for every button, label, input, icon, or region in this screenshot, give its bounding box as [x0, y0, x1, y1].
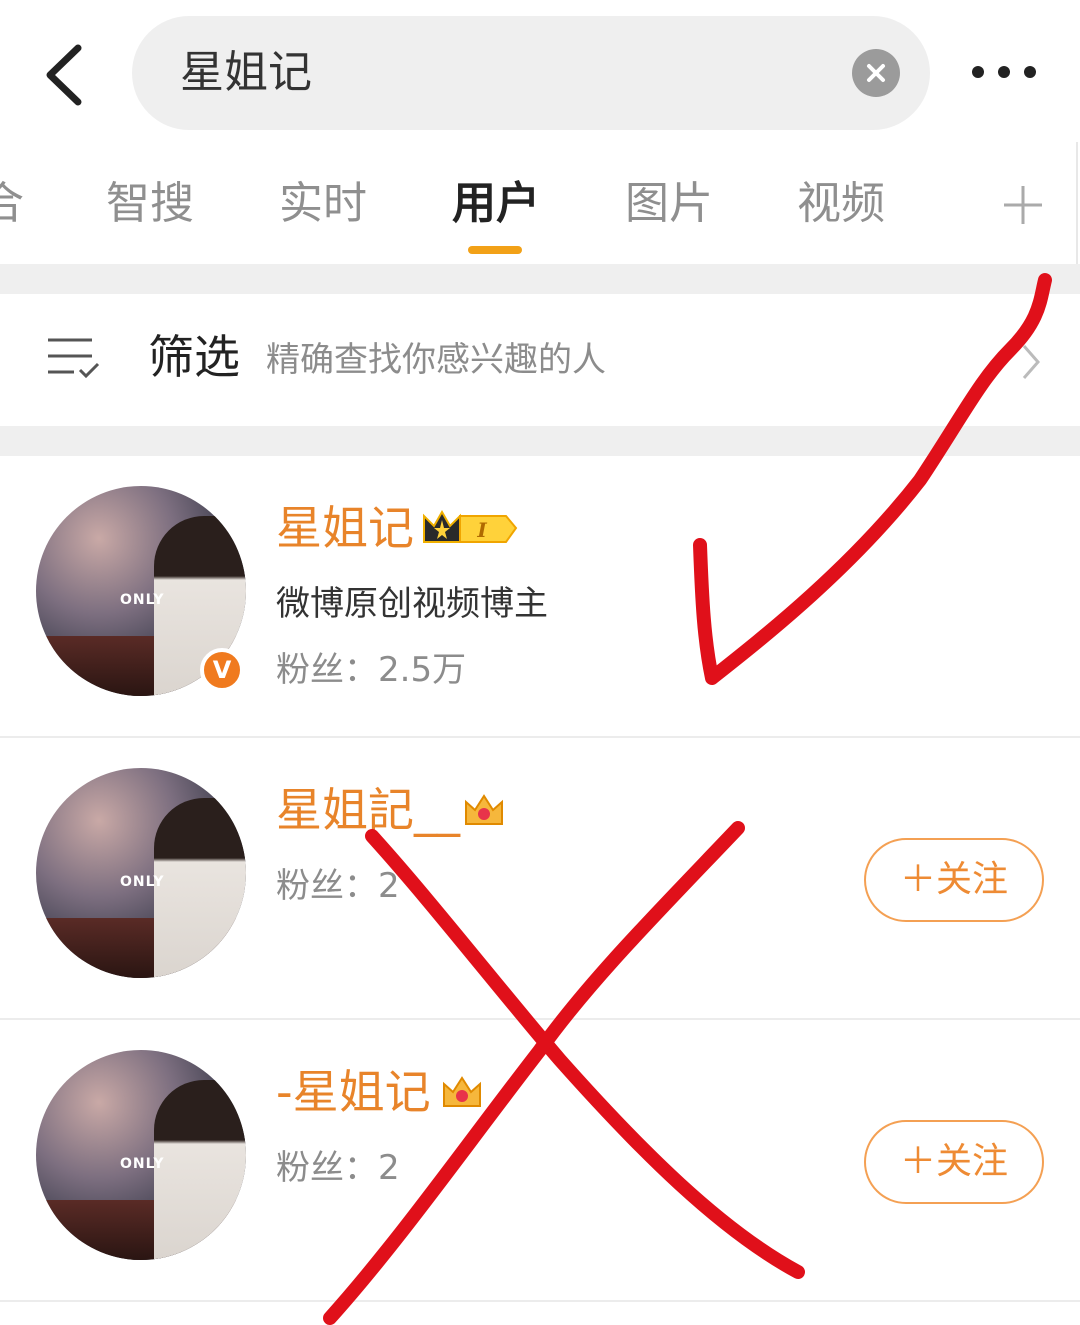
section-gap [0, 426, 1080, 456]
back-arrow-icon[interactable] [38, 40, 98, 110]
crown-icon [443, 1076, 481, 1107]
search-header: 星姐记 [0, 0, 1080, 142]
avatar-sign-text: ONLY [120, 592, 165, 608]
close-icon [867, 64, 885, 82]
search-input[interactable]: 星姐记 [132, 16, 930, 130]
tab-divider [1076, 142, 1078, 264]
fans-count: 粉丝：2 [276, 1148, 400, 1188]
search-tabs: 合 智搜 实时 用户 图片 视频 [0, 142, 1080, 264]
filter-row[interactable]: 筛选 精确查找你感兴趣的人 [0, 294, 1080, 426]
user-result-2[interactable]: ONLY 星姐記__ 粉丝：2 ＋关注 [0, 738, 1080, 1020]
user-result-1[interactable]: ONLY 星姐记 I 微博原创视频博主 粉丝：2.5万 [0, 456, 1080, 738]
user-result-3[interactable]: ONLY -星姐记 粉丝：2 ＋关注 [0, 1020, 1080, 1302]
level-badge-text: I [476, 518, 487, 542]
username[interactable]: 星姐记 [276, 500, 414, 556]
avatar[interactable]: ONLY [36, 1050, 246, 1260]
crown-icon [465, 794, 503, 825]
avatar-sign-text: ONLY [120, 874, 165, 890]
avatar[interactable]: ONLY [36, 768, 246, 978]
fans-count: 粉丝：2 [276, 866, 400, 906]
chevron-right-icon [1022, 345, 1040, 379]
clear-search-button[interactable] [852, 49, 900, 97]
username[interactable]: -星姐记 [276, 1064, 431, 1120]
weibo-search-page: 星姐记 合 智搜 实时 用户 图片 视频 筛选 精确查找你感兴趣的人 ONLY … [0, 0, 1080, 1325]
member-crown-icon: I [423, 509, 518, 543]
tab-comprehensive[interactable]: 合 [0, 176, 24, 232]
filter-title: 筛选 [148, 330, 240, 384]
tab-users[interactable]: 用户 [452, 176, 540, 232]
fans-count: 粉丝：2.5万 [276, 650, 467, 690]
section-gap [0, 264, 1080, 294]
active-tab-indicator [468, 246, 522, 254]
verified-badge-icon: V [200, 648, 244, 692]
username[interactable]: 星姐記__ [276, 782, 460, 838]
filter-icon [48, 338, 100, 379]
filter-description: 精确查找你感兴趣的人 [266, 340, 606, 380]
more-options-icon[interactable] [968, 58, 1040, 88]
avatar-sign-text: ONLY [120, 1156, 165, 1172]
search-query-text: 星姐记 [180, 47, 312, 98]
add-tab-icon[interactable] [1002, 184, 1044, 226]
tab-smart-search[interactable]: 智搜 [106, 176, 194, 232]
tab-videos[interactable]: 视频 [797, 176, 885, 232]
tab-realtime[interactable]: 实时 [279, 176, 367, 232]
follow-button[interactable]: ＋关注 [864, 838, 1044, 922]
tab-images[interactable]: 图片 [625, 176, 713, 232]
follow-button[interactable]: ＋关注 [864, 1120, 1044, 1204]
user-description: 微博原创视频博主 [276, 584, 548, 624]
